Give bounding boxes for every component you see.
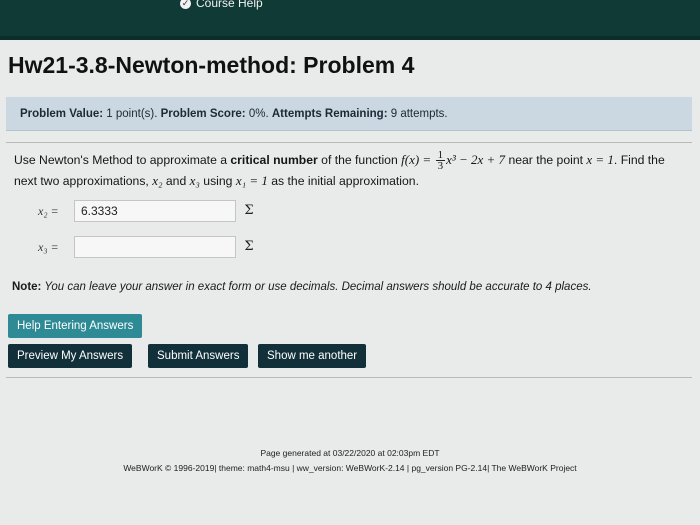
problem-text: near the point (505, 153, 587, 167)
problem-text: of the function (317, 153, 402, 167)
problem-value-label: Problem Value: (20, 108, 104, 120)
problem-score-label: Problem Score: (160, 108, 246, 120)
function-lhs: f(x) = (401, 152, 432, 167)
problem-text: using (199, 174, 236, 189)
page-title: Hw21-3.8-Newton-method: Problem 4 (8, 52, 415, 78)
answer-note: Note: You can leave your answer in exact… (12, 281, 592, 293)
problem-text: as the initial approximation. (267, 174, 419, 189)
attempts-remaining: 9 attempts. (390, 108, 448, 120)
problem-text: Use Newton's Method to approximate a (14, 153, 231, 167)
footer-credits: WeBWorK © 1996-2019| theme: math4-msu | … (123, 463, 577, 473)
problem-text: and (162, 174, 190, 189)
fraction-denominator: 3 (437, 160, 444, 173)
x3-answer-input[interactable] (74, 236, 236, 258)
problem-value: 1 point(s). (106, 108, 158, 120)
page-generated-text: Page generated at 03/22/2020 at 02:03pm … (260, 448, 440, 458)
note-label: Note: (12, 281, 42, 293)
divider (6, 377, 692, 378)
answer-row-x3: x₃ = Σ (38, 236, 258, 258)
problem-statement: Use Newton's Method to approximate a cri… (14, 150, 684, 191)
divider (6, 142, 692, 143)
note-text: You can leave your answer in exact form … (41, 281, 592, 293)
problem-emphasis: critical number (230, 153, 318, 167)
var-x2: x₂ (152, 173, 163, 189)
x2-label: x₂ = (38, 203, 59, 218)
check-circle-icon: ✓ (180, 0, 191, 9)
problem-info-bar: Problem Value: 1 point(s). Problem Score… (6, 97, 692, 131)
equation-editor-sigma-icon[interactable]: Σ (240, 238, 258, 256)
help-entering-answers-button[interactable]: Help Entering Answers (8, 314, 143, 338)
course-help-link[interactable]: ✓ Course Help (180, 0, 263, 10)
course-help-label: Course Help (196, 0, 263, 10)
x3-label: x₃ = (38, 239, 59, 254)
fraction: 13 (435, 150, 446, 173)
submit-answers-button[interactable]: Submit Answers (148, 344, 249, 368)
show-me-another-button[interactable]: Show me another (258, 344, 367, 368)
attempts-label: Attempts Remaining: (271, 108, 388, 120)
problem-score: 0%. (248, 108, 269, 120)
x2-answer-input[interactable] (74, 200, 236, 222)
equation-editor-sigma-icon[interactable]: Σ (240, 202, 258, 220)
var-x1: x₁ = 1 (235, 173, 268, 189)
function-rhs: x³ − 2x + 7 (446, 152, 506, 167)
var-x3: x₃ (189, 173, 200, 189)
preview-answers-button[interactable]: Preview My Answers (8, 344, 133, 368)
answer-row-x2: x₂ = Σ (38, 200, 258, 222)
initial-point: x = 1 (586, 152, 614, 167)
top-nav-bar: ✓ Course Help (0, 0, 700, 40)
